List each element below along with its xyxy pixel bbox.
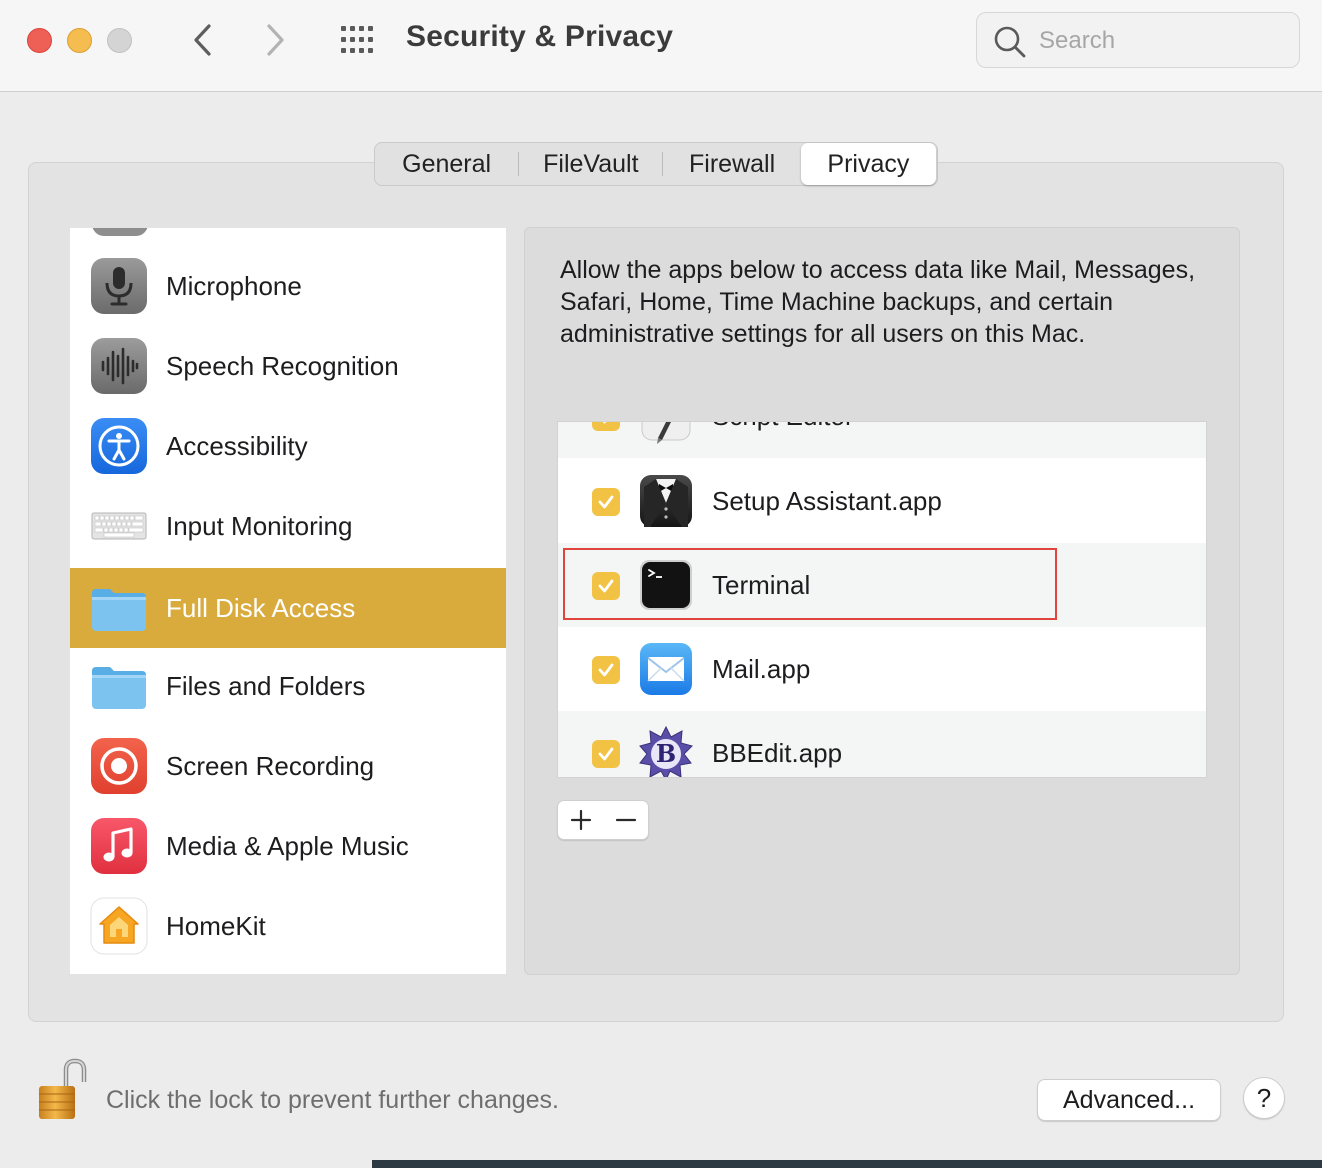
tuxedo-icon xyxy=(640,475,692,527)
show-all-button[interactable] xyxy=(338,22,378,58)
sidebar-item-screen-recording[interactable]: Screen Recording xyxy=(70,726,506,806)
sidebar-item-speech-recognition[interactable]: Speech Recognition xyxy=(70,326,506,406)
sidebar-item-microphone[interactable]: Microphone xyxy=(70,246,506,326)
minimize-button[interactable] xyxy=(67,28,92,53)
chevron-left-icon xyxy=(194,24,211,56)
app-row-mail[interactable]: Mail.app xyxy=(558,627,1206,711)
terminal-highlight-box xyxy=(563,548,1057,620)
bbedit-icon: B xyxy=(639,725,693,777)
keyboard-icon xyxy=(91,512,147,540)
accessibility-icon xyxy=(91,418,147,474)
grid-icon xyxy=(341,26,373,53)
app-name: Setup Assistant.app xyxy=(712,485,942,516)
title-bar: Security & Privacy Search xyxy=(0,0,1322,92)
window-title: Security & Privacy xyxy=(406,20,674,53)
tab-privacy[interactable]: Privacy xyxy=(800,143,937,185)
unlocked-padlock-icon[interactable] xyxy=(36,1058,88,1122)
sidebar-item-label: Files and Folders xyxy=(166,670,366,701)
search-icon xyxy=(994,26,1026,58)
sidebar-item-homekit[interactable]: HomeKit xyxy=(70,886,506,966)
checkmark-icon xyxy=(598,663,614,677)
tab-firewall[interactable]: Firewall xyxy=(663,143,800,185)
app-checkbox[interactable] xyxy=(592,488,620,516)
minus-icon xyxy=(615,818,636,822)
tab-filevault[interactable]: FileVault xyxy=(519,143,662,185)
tab-bar: General FileVault Firewall Privacy xyxy=(374,142,938,186)
sidebar-item-label: HomeKit xyxy=(166,910,266,941)
tab-general[interactable]: General xyxy=(375,143,518,185)
sidebar-item-accessibility[interactable]: Accessibility xyxy=(70,406,506,486)
sidebar-item-label: Input Monitoring xyxy=(166,510,353,541)
add-remove-control xyxy=(557,800,649,840)
forward-button[interactable] xyxy=(256,20,296,60)
sidebar-item-label: Full Disk Access xyxy=(166,592,356,623)
music-note-icon xyxy=(91,818,147,874)
chevron-right-icon xyxy=(267,24,284,56)
back-button[interactable] xyxy=(182,20,222,60)
app-checkbox[interactable] xyxy=(592,422,620,431)
privacy-category-list[interactable]: Microphone Speech Recognition Accessibil… xyxy=(70,228,506,974)
access-description: Allow the apps below to access data like… xyxy=(560,256,1196,348)
sidebar-item-input-monitoring[interactable]: Input Monitoring xyxy=(70,486,506,566)
help-button[interactable]: ? xyxy=(1243,1077,1285,1119)
sidebar-item-label: Microphone xyxy=(166,270,302,301)
app-checkbox[interactable] xyxy=(592,740,620,768)
folder-icon xyxy=(92,589,146,631)
add-app-button[interactable] xyxy=(558,801,603,839)
checkmark-icon xyxy=(602,422,607,424)
svg-text:B: B xyxy=(656,739,676,768)
checkmark-icon xyxy=(598,495,614,509)
sidebar-item-label: Accessibility xyxy=(166,430,308,461)
partial-list-item xyxy=(92,228,148,236)
app-row-script-editor[interactable]: Script Editor xyxy=(558,422,1206,458)
app-row-setup-assistant[interactable]: Setup Assistant.app xyxy=(558,459,1206,543)
home-icon xyxy=(90,897,148,955)
remove-app-button[interactable] xyxy=(603,801,648,839)
script-editor-icon xyxy=(641,422,691,444)
sidebar-item-label: Screen Recording xyxy=(166,750,375,781)
waveform-icon xyxy=(91,338,147,394)
app-checkbox[interactable] xyxy=(592,656,620,684)
sidebar-item-files-and-folders[interactable]: Files and Folders xyxy=(70,646,506,726)
app-name: Script Editor xyxy=(712,422,854,458)
screen-recording-icon xyxy=(91,738,147,794)
lock-status-text: Click the lock to prevent further change… xyxy=(106,1086,560,1114)
mail-icon xyxy=(640,643,692,695)
advanced-button[interactable]: Advanced... xyxy=(1037,1079,1221,1121)
sidebar-item-label: Speech Recognition xyxy=(166,350,399,381)
search-placeholder: Search xyxy=(1039,27,1116,54)
sidebar-item-label: Media & Apple Music xyxy=(166,830,409,861)
search-field[interactable]: Search xyxy=(976,12,1300,68)
zoom-button[interactable] xyxy=(107,28,132,53)
sidebar-item-full-disk-access[interactable]: Full Disk Access xyxy=(70,568,506,648)
checkmark-icon xyxy=(598,747,614,761)
sidebar-item-media-apple-music[interactable]: Media & Apple Music xyxy=(70,806,506,886)
desktop-background xyxy=(372,1160,1322,1168)
folder-icon xyxy=(92,667,146,709)
plus-icon xyxy=(570,809,591,831)
app-name: Mail.app xyxy=(712,653,811,684)
close-button[interactable] xyxy=(27,28,52,53)
app-name: BBEdit.app xyxy=(712,737,843,768)
app-row-bbedit[interactable]: B BBEdit.app xyxy=(558,711,1206,777)
microphone-icon xyxy=(91,258,147,314)
